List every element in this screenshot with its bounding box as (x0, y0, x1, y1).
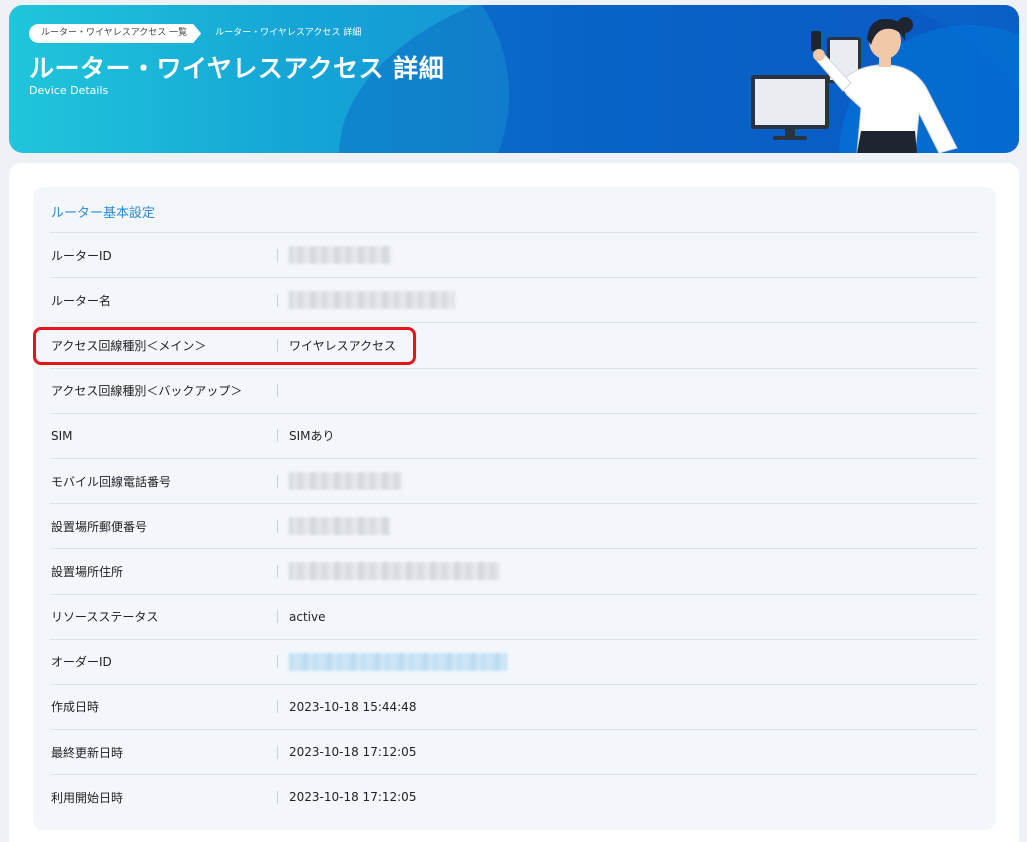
detail-separator (277, 700, 278, 714)
detail-row: 最終更新日時 2023-10-18 17:12:05 (51, 729, 978, 774)
detail-label: 利用開始日時 (51, 790, 124, 805)
detail-row: リソースステータス active (51, 593, 978, 639)
detail-label: 設置場所郵便番号 (51, 519, 148, 534)
detail-value: 2023-10-18 17:12:05 (289, 790, 417, 805)
main-card: ルーター基本設定 ルーターID ルーター名アクセス回線種別＜メイン＞ ワイヤレスアク… (9, 163, 1019, 842)
breadcrumb: ルーター・ワイヤレスアクセス 一覧 ルーター・ワイヤレスアクセス 詳細 (29, 24, 361, 43)
detail-label: ルーター名 (51, 293, 112, 308)
router-basic-settings-panel: ルーター基本設定 ルーターID ルーター名アクセス回線種別＜メイン＞ ワイヤレスアク… (33, 187, 996, 830)
header-banner: ルーター・ワイヤレスアクセス 一覧 ルーター・ワイヤレスアクセス 詳細 ルーター… (9, 5, 1019, 153)
redacted-value (289, 472, 402, 491)
detail-row: アクセス回線種別＜メイン＞ ワイヤレスアクセス (51, 322, 978, 367)
detail-value: ワイヤレスアクセス (289, 338, 397, 353)
detail-separator (277, 338, 278, 352)
detail-row: 利用開始日時 2023-10-18 17:12:05 (51, 774, 978, 819)
redacted-value (289, 291, 455, 310)
detail-separator (277, 474, 278, 488)
detail-label: 最終更新日時 (51, 745, 124, 760)
detail-row: 設置場所住所 (51, 548, 978, 593)
detail-separator (277, 384, 278, 398)
detail-value: 2023-10-18 15:44:48 (289, 699, 417, 714)
section-title: ルーター基本設定 (51, 206, 156, 221)
breadcrumb-link-list[interactable]: ルーター・ワイヤレスアクセス 一覧 (29, 24, 201, 43)
detail-value: SIMあり (289, 429, 335, 444)
detail-value (289, 246, 391, 265)
detail-row: ルーターID (51, 232, 978, 277)
detail-value: active (289, 609, 326, 624)
detail-row: モバイル回線電話番号 (51, 457, 978, 503)
redacted-value (289, 562, 500, 581)
detail-separator (277, 519, 278, 533)
detail-row: オーダーID (51, 638, 978, 684)
detail-row: 作成日時 2023-10-18 15:44:48 (51, 683, 978, 729)
redacted-value[interactable] (289, 652, 507, 671)
page-subtitle: Device Details (29, 84, 109, 97)
detail-label: 作成日時 (51, 700, 100, 715)
detail-separator (277, 790, 278, 804)
person-with-devices-illustration (751, 17, 958, 153)
detail-separator (277, 610, 278, 624)
detail-value: 2023-10-18 17:12:05 (289, 745, 417, 760)
page-title: ルーター・ワイヤレスアクセス 詳細 (29, 54, 445, 83)
detail-separator (277, 248, 278, 262)
redacted-value (289, 246, 391, 265)
detail-row: SIM SIMあり (51, 412, 978, 458)
detail-value (289, 517, 390, 536)
detail-separator (277, 293, 278, 307)
redacted-value (289, 517, 390, 536)
detail-label: SIM (51, 428, 73, 443)
detail-label: アクセス回線種別＜バックアップ＞ (51, 384, 243, 399)
detail-separator (277, 429, 278, 443)
detail-value[interactable] (289, 652, 507, 671)
detail-label: オーダーID (51, 655, 112, 670)
detail-row: 設置場所郵便番号 (51, 503, 978, 548)
detail-label: リソースステータス (51, 610, 159, 625)
detail-label: アクセス回線種別＜メイン＞ (51, 338, 207, 353)
detail-separator (277, 564, 278, 578)
detail-list: ルーターID ルーター名 アクセス回線種別＜メイン＞ ワイヤレスアクセス アクセス回線種… (51, 232, 978, 819)
breadcrumb-current: ルーター・ワイヤレスアクセス 詳細 (215, 28, 362, 38)
detail-separator (277, 745, 278, 759)
detail-separator (277, 655, 278, 669)
detail-row: アクセス回線種別＜バックアップ＞ (51, 367, 978, 413)
detail-value (289, 562, 500, 581)
detail-row: ルーター名 (51, 277, 978, 322)
detail-label: 設置場所住所 (51, 564, 124, 579)
detail-label: ルーターID (51, 248, 112, 263)
detail-value (289, 472, 402, 491)
detail-label: モバイル回線電話番号 (51, 474, 172, 489)
detail-value (289, 291, 455, 310)
